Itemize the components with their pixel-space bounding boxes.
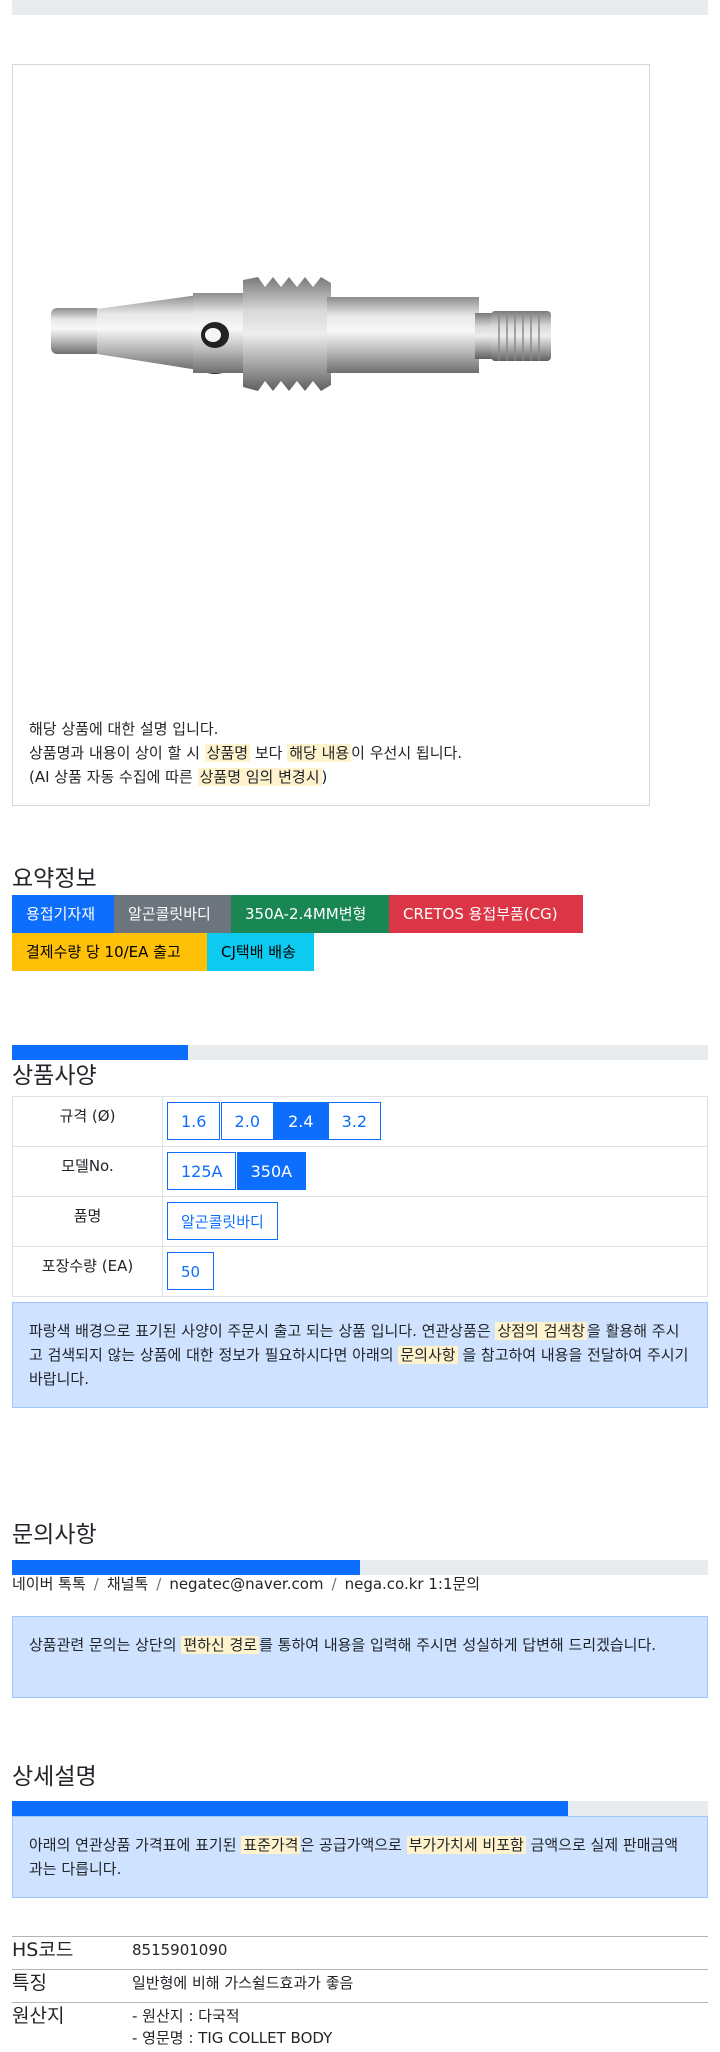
name-option[interactable]: 알곤콜릿바디 [167, 1202, 278, 1240]
highlight-product-name: 상품명 [204, 744, 251, 762]
spec-label-name: 품명 [12, 1196, 163, 1247]
product-image [51, 277, 551, 391]
detail-row-hscode: HS코드 8515901090 [12, 1936, 708, 1969]
summary-title: 요약정보 [12, 866, 97, 892]
badge-variant: 350A-2.4MM변형 [231, 895, 389, 933]
detail-info-alert: 아래의 연관상품 가격표에 표기된 표준가격 은 공급가액으로 부가가치세 비포함… [12, 1816, 708, 1898]
badge-order-qty: 결제수량 당 10/EA 출고 [12, 933, 207, 971]
highlight-inquiry: 문의사항 [398, 1346, 458, 1364]
spec-title: 상품사양 [12, 1063, 97, 1089]
model-option-350a[interactable]: 350A [236, 1152, 307, 1190]
spec-row-pack: 포장수량 (EA) 50 [12, 1246, 708, 1297]
spec-label-size: 규격 (Ø) [12, 1096, 163, 1147]
top-progress-bar [12, 0, 708, 15]
contact-links: 네이버 톡톡 / 채널톡 / negatec@naver.com / nega.co.kr … [12, 1575, 481, 1593]
spec-row-name: 품명 알곤콜릿바디 [12, 1196, 708, 1247]
notice-line-1: 해당 상품에 대한 설명 입니다. [29, 720, 219, 738]
feature-value: 일반형에 비해 가스쉴드효과가 좋음 [132, 1974, 354, 1992]
highlight-name-change: 상품명 임의 변경시 [197, 768, 322, 786]
hscode-label: HS코드 [12, 1939, 74, 1961]
size-option-1-6[interactable]: 1.6 [167, 1102, 221, 1140]
notice-line-2: 상품명과 내용이 상이 할 시 상품명 보다 해당 내용 이 우선시 됩니다. [29, 744, 463, 762]
detail-progress-fill [12, 1801, 568, 1816]
spec-row-model: 모델No. 125A 350A [12, 1146, 708, 1197]
product-image-box: 해당 상품에 대한 설명 입니다. 상품명과 내용이 상이 할 시 상품명 보다… [12, 64, 650, 806]
contact-email[interactable]: negatec@naver.com [169, 1575, 323, 1593]
inquiry-title: 문의사항 [12, 1522, 97, 1548]
badge-shipping: CJ택배 배송 [207, 933, 314, 971]
spec-table: 규격 (Ø) 1.6 2.0 2.4 3.2 모델No. 125A 350A 품… [12, 1096, 708, 1297]
highlight-preferred-route: 편하신 경로 [181, 1636, 260, 1654]
model-option-125a[interactable]: 125A [167, 1152, 237, 1190]
highlight-content: 해당 내용 [287, 744, 352, 762]
spec-row-size: 규격 (Ø) 1.6 2.0 2.4 3.2 [12, 1096, 708, 1147]
contact-channel-talk[interactable]: 채널톡 [107, 1575, 148, 1593]
size-option-3-2[interactable]: 3.2 [327, 1102, 382, 1140]
origin-label: 원산지 [12, 2005, 65, 2027]
spec-progress-fill [12, 1045, 188, 1060]
detail-progress [12, 1801, 708, 1816]
size-option-2-0[interactable]: 2.0 [220, 1102, 274, 1140]
detail-row-feature: 특징 일반형에 비해 가스쉴드효과가 좋음 [12, 1969, 708, 2002]
highlight-vat-excluded: 부가가치세 비포함 [406, 1836, 526, 1854]
pack-option-50[interactable]: 50 [167, 1252, 215, 1290]
hscode-value: 8515901090 [132, 1941, 228, 1959]
spec-progress [12, 1045, 708, 1060]
notice-line-3: (AI 상품 자동 수집에 따른 상품명 임의 변경시) [29, 768, 328, 786]
spec-label-pack: 포장수량 (EA) [12, 1246, 163, 1297]
highlight-search-box: 상점의 검색창 [495, 1322, 588, 1340]
product-notice: 해당 상품에 대한 설명 입니다. 상품명과 내용이 상이 할 시 상품명 보다… [29, 717, 462, 789]
badge-product-type: 알곤콜릿바디 [114, 895, 231, 933]
size-option-2-4[interactable]: 2.4 [274, 1102, 328, 1140]
detail-row-origin: 원산지 - 원산지 : 다국적 - 영문명 : TIG COLLET BODY [12, 2002, 708, 2052]
badge-category: 용접기자재 [12, 895, 114, 933]
contact-site-inquiry[interactable]: nega.co.kr 1:1문의 [345, 1575, 481, 1593]
contact-naver-talk[interactable]: 네이버 톡톡 [12, 1575, 86, 1593]
badge-brand: CRETOS 용접부품(CG) [389, 895, 583, 933]
spec-label-model: 모델No. [12, 1146, 163, 1197]
feature-label: 특징 [12, 1972, 47, 1994]
inquiry-info-alert: 상품관련 문의는 상단의 편하신 경로 를 통하여 내용을 입력해 주시면 성실하… [12, 1616, 708, 1698]
detail-title: 상세설명 [12, 1764, 97, 1790]
highlight-standard-price: 표준가격 [241, 1836, 301, 1854]
origin-value: - 원산지 : 다국적 - 영문명 : TIG COLLET BODY [132, 2007, 333, 2047]
spec-info-alert: 파랑색 배경으로 표기된 사양이 주문시 출고 되는 상품 입니다. 연관상품은… [12, 1302, 708, 1408]
